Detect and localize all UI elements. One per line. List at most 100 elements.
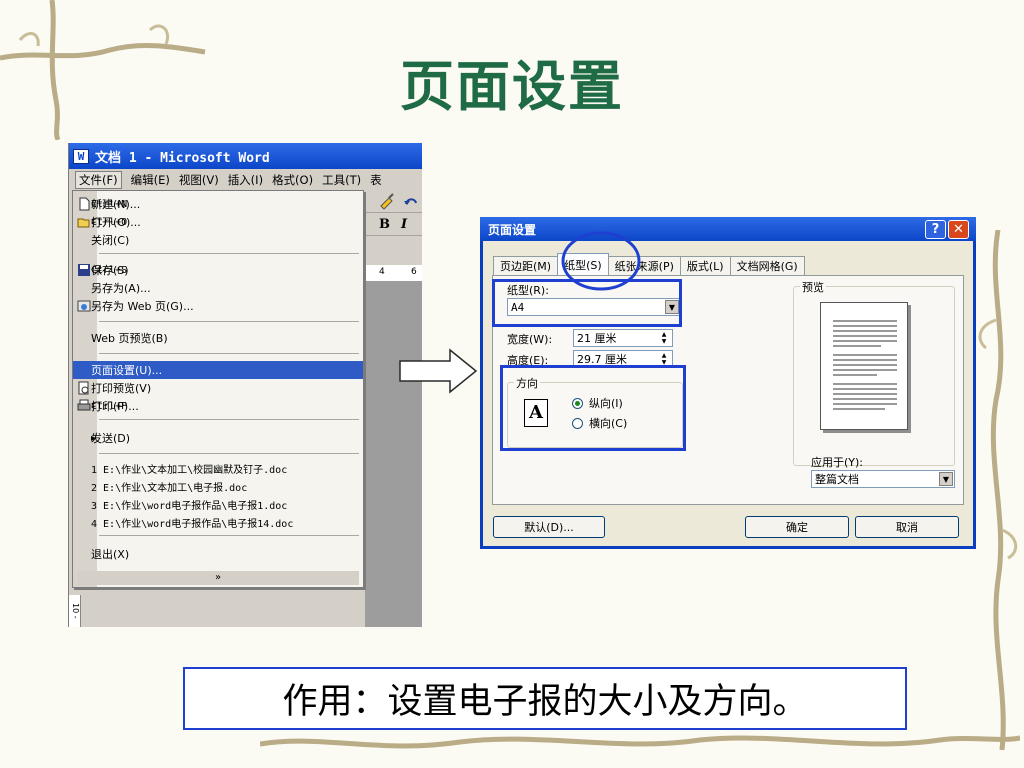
tab-document-grid[interactable]: 文档网格(G) xyxy=(729,256,805,275)
bold-button[interactable]: B xyxy=(379,217,390,232)
ok-button[interactable]: 确定 xyxy=(745,516,849,538)
width-value: 21 厘米 xyxy=(577,332,617,345)
menu-separator xyxy=(99,453,359,454)
standard-toolbar xyxy=(365,191,422,213)
menu-item-label: 保存(S) xyxy=(91,264,129,277)
apply-to-value: 整篇文档 xyxy=(815,473,859,486)
menu-item-save-as-web[interactable]: 另存为 Web 页(G)... xyxy=(73,297,363,315)
new-doc-icon xyxy=(79,197,90,211)
dialog-tabs: 页边距(M) 纸型(S) 纸张来源(P) 版式(L) 文档网格(G) xyxy=(493,253,805,275)
word-app-icon: W xyxy=(73,148,89,164)
format-painter-icon[interactable] xyxy=(377,192,397,212)
menu-separator xyxy=(99,419,359,420)
menu-item-label: 关闭(C) xyxy=(91,234,130,247)
menu-item-close[interactable]: 关闭(C) xyxy=(73,231,363,249)
save-disk-icon xyxy=(78,264,90,276)
menu-view[interactable]: 视图(V) xyxy=(179,172,219,188)
menu-item-label: 发送(D) xyxy=(91,432,131,445)
menu-item-print[interactable]: 打印(P)... Ctrl+P xyxy=(73,397,363,415)
undo-icon[interactable] xyxy=(403,192,419,212)
document-area xyxy=(365,281,422,627)
cancel-button[interactable]: 取消 xyxy=(855,516,959,538)
menu-item-label: 4 E:\作业\word电子报作品\电子报14.doc xyxy=(91,518,294,530)
tab-layout[interactable]: 版式(L) xyxy=(679,256,731,275)
menu-item-exit[interactable]: 退出(X) xyxy=(73,545,363,563)
menu-item-label: 打开(O)... xyxy=(91,216,141,229)
apply-to-label: 应用于(Y): xyxy=(811,456,864,469)
menu-item-label: 3 E:\作业\word电子报作品\电子报1.doc xyxy=(91,500,288,512)
menu-item-web-preview[interactable]: Web 页预览(B) xyxy=(73,329,363,347)
menu-separator xyxy=(99,353,359,354)
menu-item-recent-file[interactable]: 2 E:\作业\文本加工\电子报.doc xyxy=(73,477,363,495)
menu-format[interactable]: 格式(O) xyxy=(272,172,313,188)
printer-icon xyxy=(77,399,91,411)
menu-item-new[interactable]: 新建(N)... Ctrl+N xyxy=(73,195,363,213)
preview-label: 预览 xyxy=(800,279,826,295)
paper-size-highlight-box xyxy=(492,279,682,327)
menu-item-label: 新建(N)... xyxy=(91,198,141,211)
right-arrow-icon xyxy=(399,348,478,394)
menu-table[interactable]: 表 xyxy=(370,172,382,188)
menu-edit[interactable]: 编辑(E) xyxy=(131,172,170,188)
menu-insert[interactable]: 插入(I) xyxy=(228,172,263,188)
page-setup-dialog: 页面设置 ? ✕ 页边距(M) 纸型(S) 纸张来源(P) 版式(L) 文档网格… xyxy=(480,217,976,549)
word-window-title: 文档 1 - Microsoft Word xyxy=(95,150,270,166)
ruler-tick-label: 6 xyxy=(411,267,417,277)
orientation-highlight-box xyxy=(500,365,686,451)
width-spinner[interactable]: 21 厘米 ▲ ▼ xyxy=(573,329,673,347)
horizontal-ruler: 4 6 xyxy=(365,265,422,281)
menu-item-recent-file[interactable]: 3 E:\作业\word电子报作品\电子报1.doc xyxy=(73,495,363,513)
spin-up-icon[interactable]: ▲ xyxy=(657,352,671,359)
formatting-toolbar: B I xyxy=(365,214,422,236)
word-titlebar[interactable]: W 文档 1 - Microsoft Word xyxy=(69,143,422,169)
spin-up-icon[interactable]: ▲ xyxy=(657,331,671,338)
vine-decoration-right xyxy=(978,230,1018,750)
vine-decoration-bottom xyxy=(260,735,1020,749)
menu-expand-chevron-icon[interactable]: » xyxy=(77,571,359,585)
tab-margins[interactable]: 页边距(M) xyxy=(493,256,559,275)
spin-down-icon[interactable]: ▼ xyxy=(657,338,671,345)
menu-item-send[interactable]: 发送(D) ▸ xyxy=(73,429,363,447)
menu-tools[interactable]: 工具(T) xyxy=(322,172,361,188)
dialog-titlebar[interactable]: 页面设置 ? ✕ xyxy=(480,217,976,241)
web-page-icon xyxy=(77,300,91,312)
preview-text-lines xyxy=(833,320,897,410)
menu-item-label: 退出(X) xyxy=(91,548,130,561)
help-button[interactable]: ? xyxy=(925,220,946,239)
menu-item-save-as[interactable]: 另存为(A)... xyxy=(73,279,363,297)
menu-item-recent-file[interactable]: 1 E:\作业\文本加工\校园幽默及钉子.doc xyxy=(73,459,363,477)
menu-item-label: 打印预览(V) xyxy=(91,382,152,395)
menu-item-save[interactable]: 保存(S) Ctrl+S xyxy=(73,261,363,279)
default-button[interactable]: 默认(D)... xyxy=(493,516,605,538)
width-label: 宽度(W): xyxy=(507,333,553,346)
menu-separator xyxy=(99,535,359,536)
menu-item-label: 另存为 Web 页(G)... xyxy=(91,300,194,313)
menu-item-label: 另存为(A)... xyxy=(91,282,151,295)
word-menubar: 文件(F) 编辑(E) 视图(V) 插入(I) 格式(O) 工具(T) 表 xyxy=(69,169,422,191)
menu-item-open[interactable]: 打开(O)... Ctrl+O xyxy=(73,213,363,231)
file-menu-dropdown: 新建(N)... Ctrl+N 打开(O)... Ctrl+O 关闭(C) 保存… xyxy=(72,190,364,588)
preview-page xyxy=(820,302,908,430)
dialog-title: 页面设置 xyxy=(488,222,537,237)
open-folder-icon xyxy=(77,218,90,228)
print-preview-icon xyxy=(78,381,89,395)
menu-item-page-setup[interactable]: 页面设置(U)... xyxy=(73,361,363,379)
menu-item-recent-file[interactable]: 4 E:\作业\word电子报作品\电子报14.doc xyxy=(73,513,363,531)
ruler-tick-label: 4 xyxy=(379,267,385,277)
menu-item-label: 页面设置(U)... xyxy=(91,364,163,377)
italic-button[interactable]: I xyxy=(401,217,407,232)
menu-item-print-preview[interactable]: 打印预览(V) xyxy=(73,379,363,397)
chevron-down-icon[interactable]: ▼ xyxy=(939,472,953,486)
menu-separator xyxy=(99,321,359,322)
menu-item-label: 打印(P)... xyxy=(91,400,139,413)
menu-item-label: 2 E:\作业\文本加工\电子报.doc xyxy=(91,482,248,494)
menu-separator xyxy=(99,253,359,254)
menu-item-label: Web 页预览(B) xyxy=(91,332,168,345)
slide-title: 页面设置 xyxy=(400,54,624,118)
vertical-ruler: 10 - xyxy=(69,595,81,627)
apply-to-select[interactable]: 整篇文档 ▼ xyxy=(811,470,955,488)
caption-box: 作用：设置电子报的大小及方向。 xyxy=(183,667,907,730)
close-button[interactable]: ✕ xyxy=(948,220,969,239)
menu-item-label: 1 E:\作业\文本加工\校园幽默及钉子.doc xyxy=(91,464,288,476)
menu-file[interactable]: 文件(F) xyxy=(75,171,122,189)
